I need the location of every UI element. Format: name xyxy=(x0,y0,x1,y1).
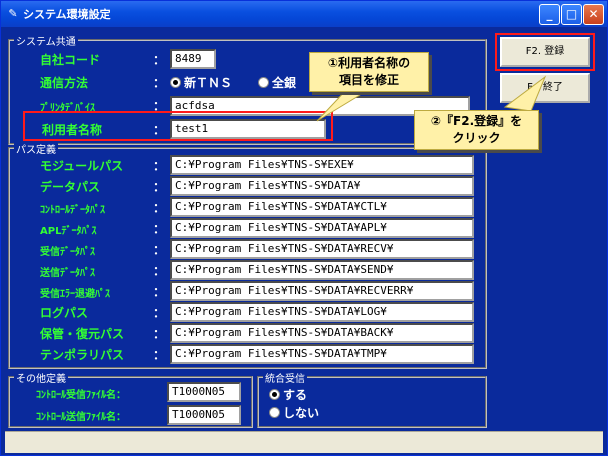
app-icon: ✎ xyxy=(8,7,18,20)
close-icon: ✕ xyxy=(588,7,599,21)
callout1-line1: ①利用者名称の xyxy=(327,56,411,70)
window-title: システム環境設定 xyxy=(23,8,111,21)
callout-pointers xyxy=(316,75,547,122)
callout-edit-user-name: ①利用者名称の 項目を修正 xyxy=(309,52,429,92)
title-bar[interactable]: ✎ システム環境設定 _ □ ✕ xyxy=(1,1,607,27)
close-button[interactable]: ✕ xyxy=(583,4,604,25)
minimize-icon: _ xyxy=(546,7,553,21)
callout1-line2: 項目を修正 xyxy=(338,73,399,87)
form-client-area: システム共通 自社コード ： 8489 通信方法 ： 新ＴＮＳ 全銀 ﾌﾟﾘﾝﾀ… xyxy=(5,29,603,429)
app-window: ✎ システム環境設定 _ □ ✕ システム共通 自社コード ： 8489 通信方… xyxy=(0,0,608,456)
callout-click-register: ②『F2.登録』を クリック xyxy=(414,110,539,150)
callout2-pointer xyxy=(503,75,547,112)
status-bar xyxy=(5,431,603,453)
callout2-line2: クリック xyxy=(452,131,501,145)
callout1-pointer xyxy=(316,86,375,122)
callout2-line1: ②『F2.登録』を xyxy=(430,114,523,128)
minimize-button[interactable]: _ xyxy=(539,4,560,25)
maximize-button[interactable]: □ xyxy=(561,4,582,25)
maximize-icon: □ xyxy=(565,7,578,21)
